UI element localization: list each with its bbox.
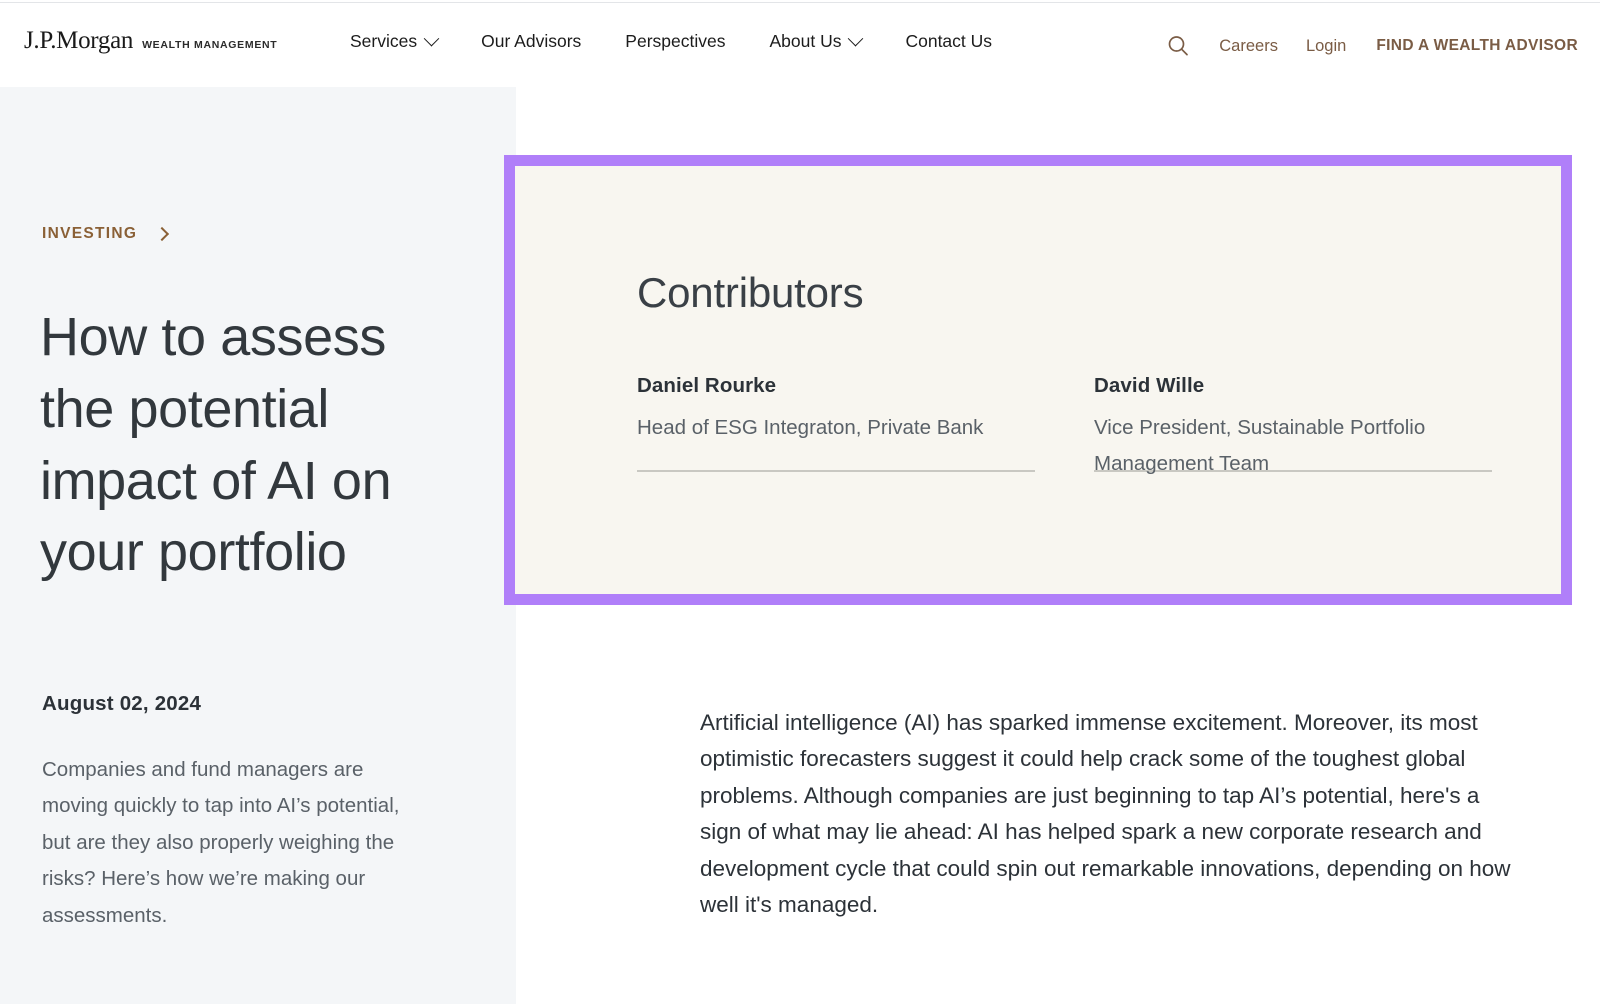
category-breadcrumb-investing[interactable]: INVESTING	[42, 225, 167, 243]
contributors-panel: Contributors Daniel Rourke Head of ESG I…	[515, 166, 1561, 594]
chevron-down-icon	[424, 31, 440, 47]
nav-label: About Us	[769, 31, 841, 52]
article-body-paragraph: Artificial intelligence (AI) has sparked…	[700, 705, 1526, 924]
contributors-list: Daniel Rourke Head of ESG Integraton, Pr…	[637, 374, 1507, 472]
nav-label: Contact Us	[905, 31, 992, 52]
contributor-card[interactable]: David Wille Vice President, Sustainable …	[1094, 374, 1492, 472]
page-title: How to assess the potential impact of AI…	[40, 302, 440, 589]
article-summary: Companies and fund managers are moving q…	[42, 752, 402, 934]
search-icon[interactable]	[1161, 31, 1195, 61]
careers-link[interactable]: Careers	[1205, 37, 1292, 56]
header-utility-bar: Careers Login FIND A WEALTH ADVISOR	[1161, 31, 1578, 61]
nav-item-contact-us[interactable]: Contact Us	[883, 31, 1014, 52]
category-label: INVESTING	[42, 225, 137, 243]
primary-navigation: Services Our Advisors Perspectives About…	[350, 31, 1014, 52]
contributor-name: Daniel Rourke	[637, 374, 1035, 398]
contributor-role: Head of ESG Integraton, Private Bank	[637, 410, 1035, 446]
contributors-highlight-box: Contributors Daniel Rourke Head of ESG I…	[504, 155, 1572, 605]
nav-item-perspectives[interactable]: Perspectives	[603, 31, 747, 52]
nav-label: Our Advisors	[481, 31, 581, 52]
chevron-right-icon	[155, 227, 169, 241]
nav-label: Services	[350, 31, 417, 52]
jpmorgan-logo[interactable]: J.P.Morgan WEALTH MANAGEMENT	[24, 27, 277, 55]
chevron-down-icon	[848, 31, 864, 47]
site-header: J.P.Morgan WEALTH MANAGEMENT Services Ou…	[0, 3, 1600, 87]
contributor-name: David Wille	[1094, 374, 1492, 398]
nav-item-services[interactable]: Services	[350, 31, 459, 52]
brand-tagline: WEALTH MANAGEMENT	[142, 39, 277, 50]
article-sidebar: INVESTING How to assess the potential im…	[0, 87, 516, 1004]
brand-wordmark: J.P.Morgan	[24, 27, 133, 55]
contributor-card[interactable]: Daniel Rourke Head of ESG Integraton, Pr…	[637, 374, 1035, 472]
contributors-heading: Contributors	[637, 269, 863, 317]
page-root: J.P.Morgan WEALTH MANAGEMENT Services Ou…	[0, 0, 1600, 1004]
contributor-role: Vice President, Sustainable Portfolio Ma…	[1094, 410, 1492, 483]
login-link[interactable]: Login	[1292, 37, 1360, 56]
publish-date: August 02, 2024	[42, 692, 201, 716]
find-a-wealth-advisor-link[interactable]: FIND A WEALTH ADVISOR	[1360, 37, 1578, 55]
nav-label: Perspectives	[625, 31, 725, 52]
nav-item-our-advisors[interactable]: Our Advisors	[459, 31, 603, 52]
nav-item-about-us[interactable]: About Us	[747, 31, 883, 52]
contributor-divider	[637, 470, 1035, 472]
